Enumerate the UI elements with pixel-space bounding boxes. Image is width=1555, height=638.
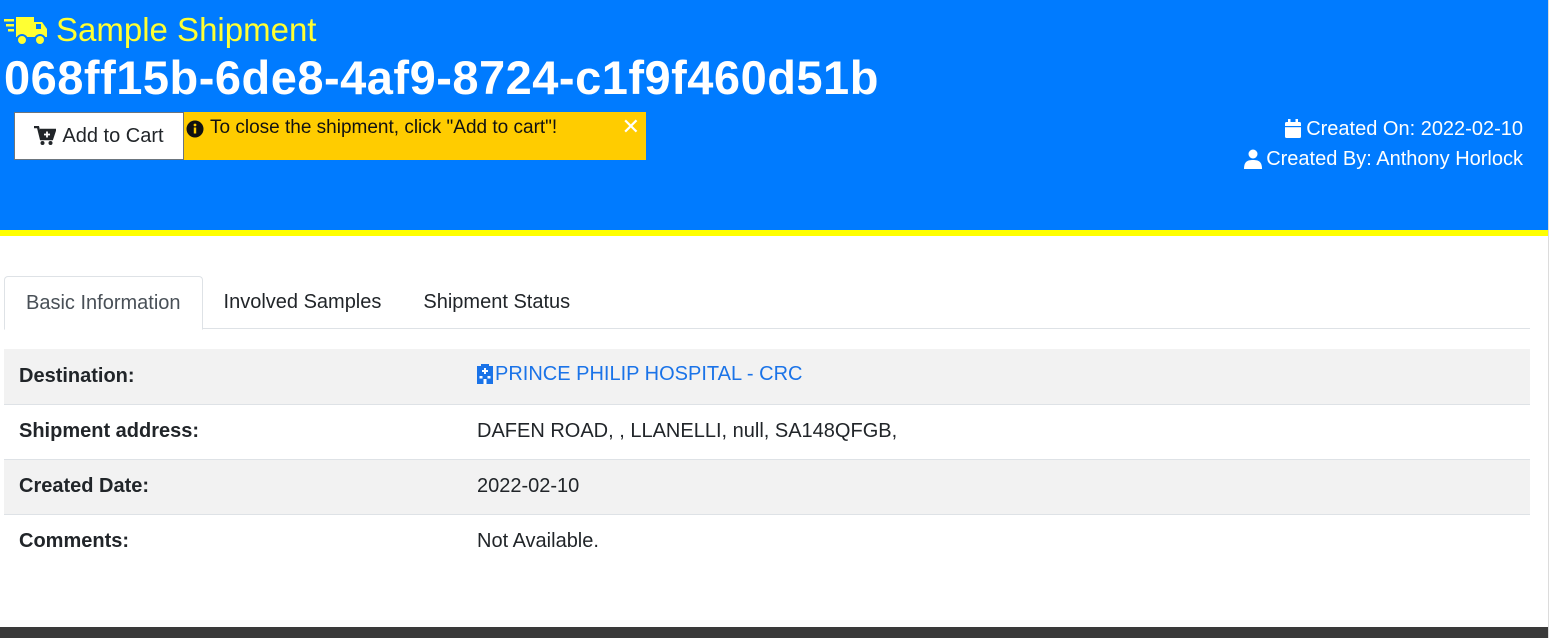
page-title: Sample Shipment [56,11,317,48]
table-row: Created Date: 2022-02-10 [4,459,1530,515]
add-to-cart-label: Add to Cart [62,124,164,147]
shipment-meta: Created On: 2022-02-10 Created By: Antho… [1244,114,1523,174]
tab-basic-information[interactable]: Basic Information [4,276,203,330]
created-by-row: Created By: Anthony Horlock [1244,144,1523,174]
destination-label: Destination: [4,349,477,405]
truck-icon [4,17,47,46]
shipment-details-table: Destination: PRINCE PHILIP HOSPITAL - CR… [4,349,1530,569]
cart-plus-icon [34,126,57,145]
shipment-address-label: Shipment address: [4,404,477,460]
created-date-value: 2022-02-10 [477,459,1530,515]
bottom-bar [0,627,1548,638]
scrollbar[interactable] [1548,0,1555,638]
table-row: Shipment address: DAFEN ROAD, , LLANELLI… [4,404,1530,460]
tab-shipment-status[interactable]: Shipment Status [402,276,591,329]
title-row: Sample Shipment [4,8,316,52]
user-icon [1244,149,1263,169]
destination-name: PRINCE PHILIP HOSPITAL - CRC [495,362,803,385]
close-icon[interactable]: ✕ [622,114,640,140]
page-header: Sample Shipment 068ff15b-6de8-4af9-8724-… [0,0,1548,230]
destination-value: PRINCE PHILIP HOSPITAL - CRC [477,349,1530,405]
header-accent-stripe [0,230,1548,236]
created-on-row: Created On: 2022-02-10 [1244,114,1523,144]
info-icon [186,120,204,138]
created-on: Created On: 2022-02-10 [1306,118,1523,140]
alert-message: To close the shipment, click "Add to car… [210,117,558,138]
destination-link[interactable]: PRINCE PHILIP HOSPITAL - CRC [477,363,802,386]
shipment-id: 068ff15b-6de8-4af9-8724-c1f9f460d51b [4,51,879,104]
created-by: Created By: Anthony Horlock [1266,148,1523,170]
created-date-label: Created Date: [4,459,477,515]
add-to-cart-button[interactable]: Add to Cart [14,112,184,160]
table-row: Destination: PRINCE PHILIP HOSPITAL - CR… [4,349,1530,405]
comments-value: Not Available. [477,530,599,553]
shipment-address-value: DAFEN ROAD, , LLANELLI, null, SA148QFGB, [477,404,1530,460]
tab-involved-samples[interactable]: Involved Samples [203,276,403,329]
tab-bar: Basic Information Involved Samples Shipm… [4,276,1530,330]
calendar-icon [1285,119,1302,138]
comments-label: Comments: [19,530,130,553]
hospital-icon [477,364,493,384]
close-shipment-alert: To close the shipment, click "Add to car… [184,112,646,160]
table-row: Comments: Not Available. [4,514,1530,569]
